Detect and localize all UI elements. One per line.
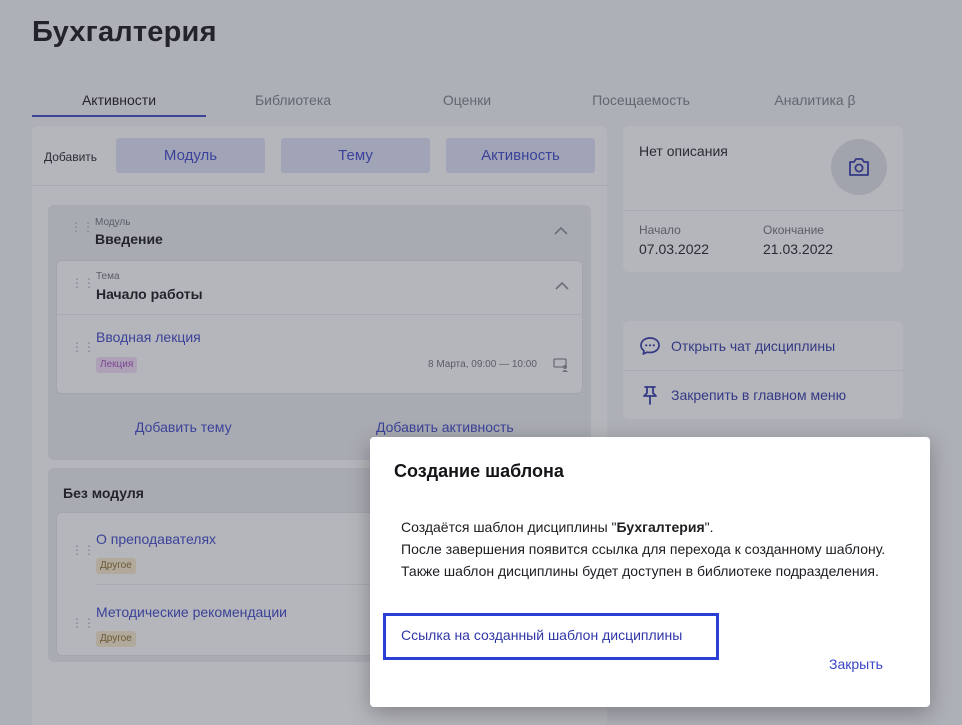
- dialog-discipline-name: Бухгалтерия: [616, 519, 705, 535]
- dialog-body-suffix: ".: [704, 519, 714, 535]
- dialog-title: Создание шаблона: [394, 461, 564, 481]
- dialog-body: Создаётся шаблон дисциплины "Бухгалтерия…: [401, 516, 901, 582]
- create-template-dialog: Создание шаблона Создаётся шаблон дисцип…: [370, 437, 930, 707]
- close-button[interactable]: Закрыть: [829, 656, 883, 672]
- dialog-body-rest: После завершения появится ссылка для пер…: [401, 541, 886, 579]
- dialog-body-prefix: Создаётся шаблон дисциплины ": [401, 519, 617, 535]
- page: Бухгалтерия Активности Библиотека Оценки…: [0, 0, 962, 725]
- template-link[interactable]: Ссылка на созданный шаблон дисциплины: [401, 627, 682, 643]
